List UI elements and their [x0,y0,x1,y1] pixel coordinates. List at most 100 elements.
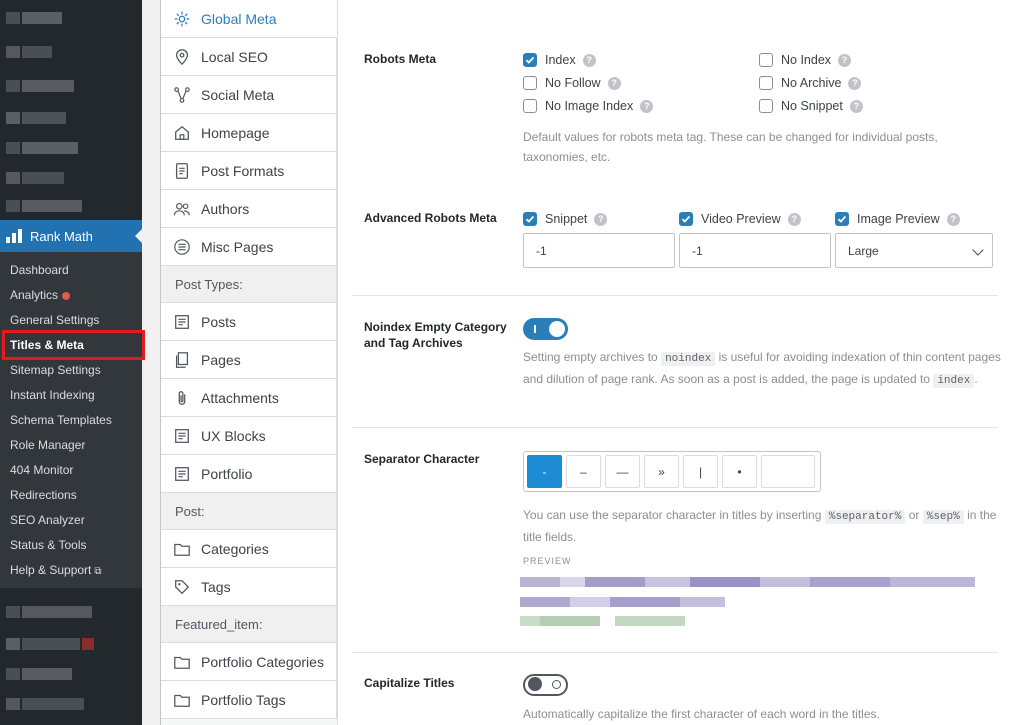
blurred-menu-item[interactable] [6,638,94,650]
advanced-robots-label: Advanced Robots Meta [364,211,497,225]
noindex-empty-toggle[interactable] [523,318,568,340]
submenu-redirections[interactable]: Redirections [0,483,142,508]
submenu-role-manager[interactable]: Role Manager [0,433,142,458]
nav-attachments[interactable]: Attachments [161,379,337,417]
submenu-instant-indexing[interactable]: Instant Indexing [0,383,142,408]
checkbox-unchecked[interactable] [523,76,537,90]
blurred-menu-item[interactable] [6,606,92,618]
nav-local-seo[interactable]: Local SEO [161,38,337,76]
nav-post-formats[interactable]: Post Formats [161,152,337,190]
checkbox-unchecked[interactable] [759,76,773,90]
nav-portfolio[interactable]: Portfolio [161,455,337,493]
checkbox-checked[interactable] [835,212,849,226]
toggle-knob [528,677,542,691]
checkbox-unchecked[interactable] [759,53,773,67]
nav-social-meta[interactable]: Social Meta [161,76,337,114]
nav-posts[interactable]: Posts [161,303,337,341]
nav-ux-blocks[interactable]: UX Blocks [161,417,337,455]
help-icon[interactable]: ? [787,212,801,226]
nav-homepage[interactable]: Homepage [161,114,337,152]
robots-meta-label: Robots Meta [364,52,436,66]
submenu-schema-templates[interactable]: Schema Templates [0,408,142,433]
image-preview-select[interactable]: Large [835,233,993,268]
help-icon[interactable]: ? [946,212,960,226]
toggle-off-mark [552,680,561,689]
code-snippet: noindex [661,352,716,366]
checkbox-checked[interactable] [679,212,693,226]
nav-pages[interactable]: Pages [161,341,337,379]
capitalize-toggle[interactable] [523,674,568,696]
blurred-menu-item[interactable] [6,172,64,184]
robots-noimageindex-checkbox[interactable]: No Image Index? [523,99,654,113]
blurred-menu-item[interactable] [6,142,78,154]
nav-portfolio-tags[interactable]: Portfolio Tags [161,681,337,719]
blurred-menu-item[interactable] [6,46,52,58]
blurred-preview-title [520,577,975,587]
nav-label: Portfolio Categories [201,653,324,670]
checkbox-unchecked[interactable] [759,99,773,113]
separator-option-en-dash[interactable]: – [566,455,601,488]
help-icon[interactable]: ? [838,53,852,67]
separator-option-pipe[interactable]: | [683,455,718,488]
help-icon[interactable]: ? [594,212,608,226]
checkbox-checked[interactable] [523,53,537,67]
separator-option-bullet[interactable]: • [722,455,757,488]
help-icon[interactable]: ? [640,99,654,113]
help-icon[interactable]: ? [848,76,862,90]
folder-icon [173,540,191,558]
robots-noindex-checkbox[interactable]: No Index? [759,53,852,67]
nav-misc-pages[interactable]: Misc Pages [161,228,337,266]
nav-portfolio-categories[interactable]: Portfolio Categories [161,643,337,681]
submenu-general-settings[interactable]: General Settings [0,308,142,333]
robots-index-checkbox[interactable]: Index? [523,53,596,67]
help-icon[interactable]: ? [607,76,621,90]
submenu-titles-meta[interactable]: Titles & Meta [0,333,142,358]
blurred-menu-item[interactable] [6,112,66,124]
blurred-menu-item[interactable] [6,80,74,92]
nav-categories[interactable]: Categories [161,530,337,568]
separator-option-hyphen[interactable]: - [527,455,562,488]
video-preview-input[interactable]: -1 [679,233,831,268]
checkbox-checked[interactable] [523,212,537,226]
snippet-input[interactable]: -1 [523,233,675,268]
nav-label: Tags [201,578,231,595]
gear-icon [173,10,191,28]
submenu-status-tools[interactable]: Status & Tools [0,533,142,558]
rank-math-icon [6,229,24,243]
separator-custom-input[interactable] [761,455,815,488]
nav-global-meta[interactable]: Global Meta [161,0,337,38]
submenu-analytics[interactable]: Analytics [0,283,142,308]
video-preview-checkbox[interactable]: Video Preview? [679,212,801,226]
submenu-sitemap-settings[interactable]: Sitemap Settings [0,358,142,383]
help-icon[interactable]: ? [849,99,863,113]
noindex-empty-description: Setting empty archives to noindex is use… [523,350,1001,388]
separator-option-raquo[interactable]: » [644,455,679,488]
rank-math-menu[interactable]: Rank Math [0,220,142,252]
toggle-on-mark [534,325,536,333]
snippet-checkbox[interactable]: Snippet? [523,212,608,226]
image-preview-checkbox[interactable]: Image Preview? [835,212,960,226]
blurred-menu-item[interactable] [6,668,72,680]
submenu-help-support[interactable]: Help & Support ⧉ [0,558,142,583]
robots-noarchive-checkbox[interactable]: No Archive? [759,76,862,90]
checkbox-unchecked[interactable] [523,99,537,113]
blurred-menu-item[interactable] [6,698,84,710]
submenu-dashboard[interactable]: Dashboard [0,258,142,283]
nav-authors[interactable]: Authors [161,190,337,228]
nav-label: Homepage [201,124,270,141]
blurred-menu-item[interactable] [6,12,62,24]
submenu-404-monitor[interactable]: 404 Monitor [0,458,142,483]
nav-tags[interactable]: Tags [161,568,337,606]
nav-label: Post Formats [201,162,285,179]
submenu-seo-analyzer[interactable]: SEO Analyzer [0,508,142,533]
preview-label: PREVIEW [523,556,572,566]
settings-nav: Global Meta Local SEO Social Meta Homepa… [160,0,337,725]
separator-option-em-dash[interactable]: — [605,455,640,488]
pages-icon [173,351,191,369]
blurred-menu-item[interactable] [6,200,82,212]
robots-nofollow-checkbox[interactable]: No Follow? [523,76,621,90]
help-icon[interactable]: ? [582,53,596,67]
robots-nosnippet-checkbox[interactable]: No Snippet? [759,99,863,113]
notification-dot [62,291,71,300]
home-icon [173,124,191,142]
